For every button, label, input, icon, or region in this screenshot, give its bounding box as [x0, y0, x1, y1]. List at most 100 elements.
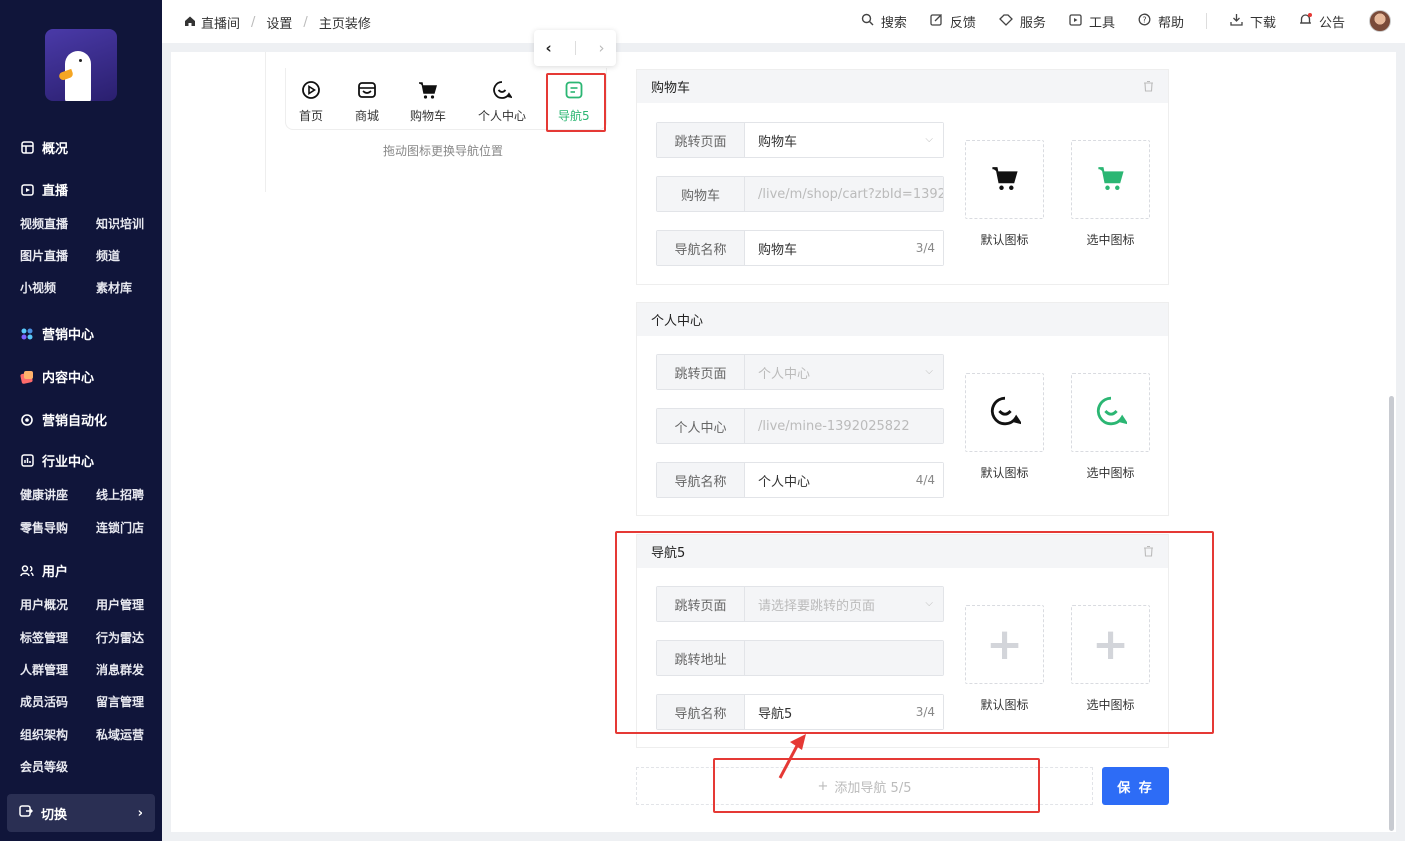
- help-icon: ?: [1138, 13, 1151, 30]
- sidebar-item-crowd-manage[interactable]: 人群管理: [20, 661, 68, 678]
- sidebar-item-retail-guide[interactable]: 零售导购: [20, 519, 68, 536]
- sidebar-section-label: 行业中心: [42, 455, 95, 470]
- topnav-label: 服务: [1019, 15, 1046, 31]
- avatar[interactable]: [1369, 10, 1391, 32]
- nav-card-cart: 购物车 跳转页面 购物车 ⌵ 购物车 /live/m/shop/cart?zbId…: [636, 69, 1169, 285]
- default-icon-upload[interactable]: [965, 140, 1044, 219]
- sidebar-item-channel[interactable]: 频道: [96, 247, 120, 264]
- scrollbar[interactable]: [1389, 396, 1394, 831]
- automation-icon: [20, 413, 34, 427]
- selected-icon-upload[interactable]: [1071, 140, 1150, 219]
- live-icon: [20, 183, 34, 197]
- topnav-feedback[interactable]: 反馈: [930, 12, 976, 31]
- field-label: 购物车: [657, 177, 745, 211]
- topnav-label: 帮助: [1157, 15, 1184, 31]
- preview-drag-hint: 拖动图标更换导航位置: [383, 144, 504, 158]
- bell-icon: [1299, 12, 1312, 30]
- field-label: 跳转页面: [657, 123, 745, 157]
- sidebar-item-photo-live[interactable]: 图片直播: [20, 247, 68, 264]
- preview-nav-item-shop[interactable]: 商城: [355, 80, 379, 124]
- svg-text:?: ?: [1142, 15, 1146, 24]
- sidebar-section-industry[interactable]: 行业中心: [20, 451, 94, 470]
- sidebar-item-recruit[interactable]: 线上招聘: [96, 486, 144, 503]
- service-icon: [999, 13, 1013, 30]
- user-icon: [20, 564, 34, 578]
- form-row-nav-name[interactable]: 导航名称 购物车 3/4: [656, 230, 944, 266]
- sidebar-item-user-manage[interactable]: 用户管理: [96, 596, 144, 613]
- char-count: 4/4: [915, 473, 935, 487]
- selected-icon-upload[interactable]: [1071, 373, 1150, 452]
- nav-name-input[interactable]: 个人中心 4/4: [745, 463, 943, 497]
- chevron-down-icon: ⌵: [925, 366, 933, 377]
- sidebar-item-material[interactable]: 素材库: [96, 279, 132, 296]
- sidebar-section-content[interactable]: 内容中心: [20, 367, 94, 386]
- chevron-left-icon[interactable]: ‹: [545, 39, 551, 57]
- jump-page-select: 个人中心 ⌵: [745, 355, 943, 389]
- top-bar: 直播间 / 设置 / 主页装修 搜索 反馈 服务 工具 ? 帮助 下载 公告: [162, 0, 1405, 43]
- preview-nav-label: 购物车: [410, 109, 447, 123]
- move-arrows-popover: ‹ ›: [534, 30, 616, 66]
- sidebar-section-live[interactable]: 直播: [20, 180, 68, 199]
- form-row-nav-name[interactable]: 导航名称 个人中心 4/4: [656, 462, 944, 498]
- topnav-search[interactable]: 搜索: [861, 12, 907, 31]
- sidebar-section-label: 概况: [42, 142, 69, 157]
- search-icon: [861, 13, 874, 30]
- app-logo[interactable]: [45, 29, 117, 101]
- field-label: 个人中心: [657, 409, 745, 443]
- annotation-arrow-icon: [778, 734, 806, 779]
- sidebar-item-member-level[interactable]: 会员等级: [20, 758, 68, 775]
- sidebar-item-chain-store[interactable]: 连锁门店: [96, 519, 144, 536]
- sidebar-item-behavior-radar[interactable]: 行为雷达: [96, 629, 144, 646]
- sidebar-item-user-overview[interactable]: 用户概况: [20, 596, 68, 613]
- preview-nav-item-profile[interactable]: 个人中心: [478, 80, 526, 124]
- sidebar-item-training[interactable]: 知识培训: [96, 215, 144, 232]
- field-label: 导航名称: [657, 231, 745, 265]
- sidebar-item-video-live[interactable]: 视频直播: [20, 215, 68, 232]
- topnav-help[interactable]: ? 帮助: [1138, 12, 1184, 31]
- download-icon: [1230, 13, 1243, 30]
- sidebar-item-mass-message[interactable]: 消息群发: [96, 661, 144, 678]
- sidebar-section-user[interactable]: 用户: [20, 561, 68, 580]
- sidebar-item-comment-manage[interactable]: 留言管理: [96, 693, 144, 710]
- shop-icon: [357, 80, 377, 103]
- sidebar-item-short-video[interactable]: 小视频: [20, 279, 56, 296]
- sidebar-section-label: 直播: [42, 184, 69, 199]
- breadcrumb-item-live-room[interactable]: 直播间: [201, 13, 240, 32]
- topnav-announce[interactable]: 公告: [1299, 12, 1345, 31]
- topnav-download[interactable]: 下载: [1230, 12, 1276, 31]
- topnav-label: 反馈: [949, 15, 976, 31]
- sidebar-section-automation[interactable]: 营销自动化: [20, 410, 107, 429]
- switch-button[interactable]: 切换 ›: [7, 794, 155, 832]
- cart-icon: [990, 164, 1020, 196]
- breadcrumb-item-home-decor: 主页装修: [318, 17, 371, 32]
- preview-nav-item-home[interactable]: 首页: [299, 80, 323, 124]
- topnav-service[interactable]: 服务: [999, 12, 1046, 31]
- trash-icon[interactable]: [1143, 80, 1154, 95]
- sidebar-item-private-domain[interactable]: 私域运营: [96, 726, 144, 743]
- top-nav: 搜索 反馈 服务 工具 ? 帮助 下载 公告: [838, 9, 1391, 33]
- preview-nav-label: 个人中心: [478, 109, 527, 123]
- sidebar-section-label: 内容中心: [42, 371, 95, 386]
- chevron-right-icon[interactable]: ›: [599, 39, 605, 57]
- sidebar-item-health-lecture[interactable]: 健康讲座: [20, 486, 68, 503]
- annotation-highlight-nav5: [546, 73, 606, 132]
- breadcrumb: 直播间 / 设置 / 主页装修: [184, 13, 371, 32]
- nav-name-input[interactable]: 购物车 3/4: [745, 231, 943, 265]
- default-icon-upload[interactable]: [965, 373, 1044, 452]
- form-row-jump-page[interactable]: 跳转页面 购物车 ⌵: [656, 122, 944, 158]
- sidebar-section-marketing[interactable]: 营销中心: [20, 324, 94, 343]
- breadcrumb-item-settings[interactable]: 设置: [266, 13, 292, 32]
- sidebar-item-tag-manage[interactable]: 标签管理: [20, 629, 68, 646]
- form-row-cart-url: 购物车 /live/m/shop/cart?zbId=13920: [656, 176, 944, 212]
- dashboard-icon: [20, 141, 34, 155]
- preview-nav-item-cart[interactable]: 购物车: [410, 80, 446, 124]
- topnav-tools[interactable]: 工具: [1069, 12, 1115, 31]
- jump-page-select[interactable]: 购物车 ⌵: [745, 123, 943, 157]
- home-icon: [184, 15, 196, 31]
- sidebar-item-org-structure[interactable]: 组织架构: [20, 726, 68, 743]
- topnav-label: 搜索: [880, 15, 907, 31]
- save-button[interactable]: 保 存: [1102, 767, 1169, 805]
- sidebar-section-overview[interactable]: 概况: [20, 138, 68, 157]
- sidebar-item-member-code[interactable]: 成员活码: [20, 693, 68, 710]
- annotation-highlight-add-nav: [713, 758, 1040, 813]
